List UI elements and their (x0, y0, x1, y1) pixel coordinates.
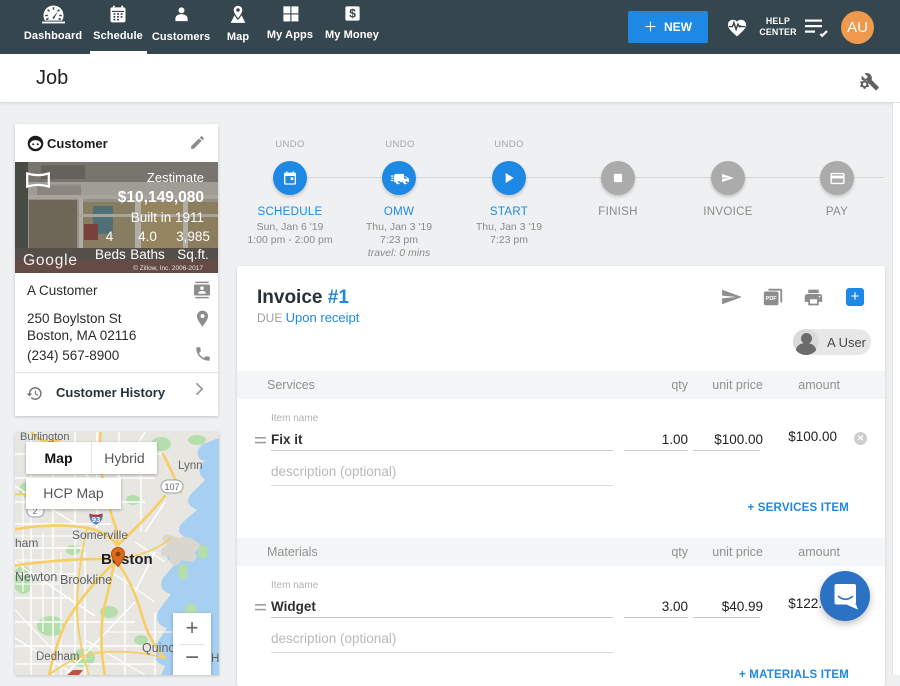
svg-text:Boston: Boston (101, 551, 153, 568)
svg-text:93: 93 (92, 515, 100, 524)
svg-text:Hi: Hi (211, 653, 219, 665)
svg-text:Brookline: Brookline (60, 573, 112, 587)
svg-text:$: $ (349, 6, 356, 20)
svg-text:Newton: Newton (15, 570, 57, 584)
svg-text:Dedham: Dedham (36, 651, 79, 663)
svg-text:Lynn: Lynn (178, 460, 203, 472)
svg-text:Somerville: Somerville (72, 528, 128, 542)
svg-text:ham: ham (15, 536, 38, 550)
svg-text:107: 107 (164, 482, 179, 492)
svg-text:PDF: PDF (766, 296, 778, 302)
